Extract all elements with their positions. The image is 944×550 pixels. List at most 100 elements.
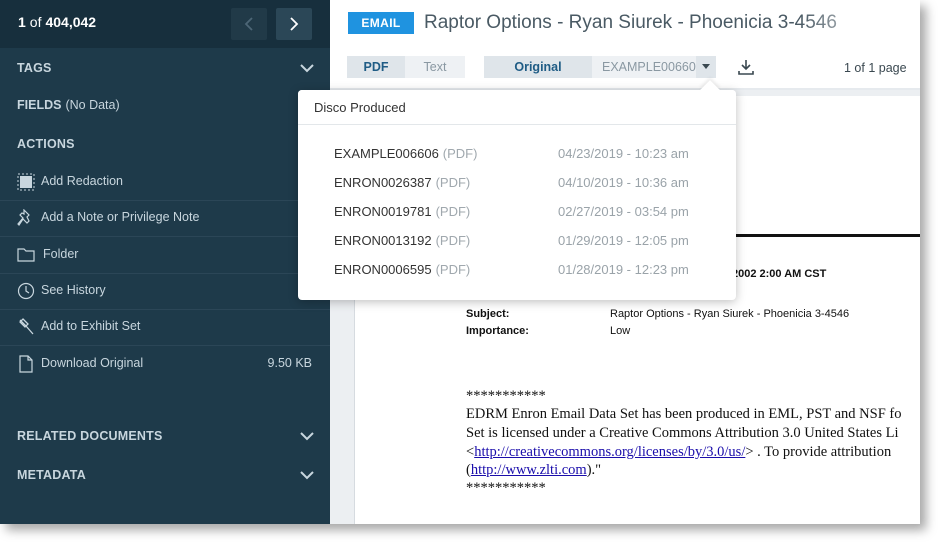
fields-title: FIELDS [17,98,62,112]
item-date: 04/23/2019 - 10:23 am [558,146,689,161]
add-redaction-action[interactable]: Add Redaction [0,164,330,201]
clock-icon [17,282,35,300]
item-date: 01/29/2019 - 12:05 pm [558,233,689,248]
action-label: Folder [43,247,79,261]
item-id: EXAMPLE006606 [334,146,439,161]
item-id: ENRON0019781 [334,204,432,219]
produced-version-tab[interactable]: EXAMPLE006606 [592,56,703,78]
total-doc-count: 404,042 [45,14,97,30]
related-documents-title: RELATED DOCUMENTS [17,429,163,443]
folder-icon [17,248,35,262]
body-line-3: <http://creativecommons.org/licenses/by/… [466,444,891,461]
stars-bottom: *********** [466,480,546,496]
item-date: 02/27/2019 - 03:54 pm [558,204,689,219]
text-segment: > . To provide attribution [745,444,892,460]
stars-top: *********** [466,388,546,404]
version-dropdown-toggle[interactable] [696,56,716,78]
dropdown-item[interactable]: EXAMPLE006606 (PDF) 04/23/2019 - 10:23 am [298,140,736,169]
metadata-title: METADATA [17,468,86,482]
see-history-action[interactable]: See History [0,273,330,310]
chevron-down-icon [300,64,314,73]
body-line-4: (http://www.zlti.com)." [466,462,601,479]
document-counter: 1 of 404,042 [18,14,96,30]
document-navigator: 1 of 404,042 [0,0,330,48]
action-label: Download Original [41,356,144,370]
folder-action[interactable]: Folder [0,237,330,274]
subject-label: Subject: [466,308,510,320]
file-size: 9.50 KB [267,356,312,370]
note-pin-icon [17,209,30,226]
dropdown-header: Disco Produced [298,90,736,125]
version-dropdown-menu: Disco Produced EXAMPLE006606 (PDF) 04/23/… [298,80,736,300]
body-line-1: EDRM Enron Email Data Set has been produ… [466,406,902,422]
dropdown-item[interactable]: ENRON0006595 (PDF) 01/28/2019 - 12:23 pm [298,256,736,285]
text-segment: )." [586,462,602,478]
importance-label: Importance: [466,325,529,337]
item-id: ENRON0006595 [334,262,432,277]
action-label: Add to Exhibit Set [41,319,141,333]
pdf-view-tab[interactable]: PDF [347,56,405,78]
item-date: 01/28/2019 - 12:23 pm [558,262,689,277]
item-id-wrap: ENRON0006595 (PDF) [334,262,470,277]
original-version-tab[interactable]: Original [484,56,592,78]
metadata-section[interactable]: METADATA [0,456,330,492]
title-fade [800,8,920,40]
next-document-button[interactable] [276,8,312,40]
sidebar: 1 of 404,042 TAGS FIELDS (No Data) ACTIONS … [0,0,330,524]
item-id-wrap: ENRON0019781 (PDF) [334,204,470,219]
item-id-wrap: EXAMPLE006606 (PDF) [334,146,477,161]
previous-document-button[interactable] [231,8,267,40]
related-documents-section[interactable]: RELATED DOCUMENTS [0,418,330,454]
dropdown-item[interactable]: ENRON0019781 (PDF) 02/27/2019 - 03:54 pm [298,198,736,227]
text-view-tab[interactable]: Text [405,56,465,78]
file-icon [19,355,33,373]
version-selector: Original EXAMPLE006606 [484,56,716,78]
item-id: ENRON0013192 [334,233,432,248]
text-segment: < [466,444,475,460]
caret-down-icon [702,64,710,69]
importance-value: Low [610,325,631,337]
chevron-right-icon [290,17,299,31]
action-label: Add a Note or Privilege Note [41,210,200,224]
app-window: 1 of 404,042 TAGS FIELDS (No Data) ACTIONS … [0,0,920,524]
current-doc-number: 1 [18,14,26,30]
view-mode-toggle: PDF Text [347,56,465,78]
item-type: (PDF) [442,146,478,161]
item-id-wrap: ENRON0013192 (PDF) [334,233,470,248]
fields-value: (No Data) [65,98,120,112]
dropdown-item[interactable]: ENRON0013192 (PDF) 01/29/2019 - 12:05 pm [298,227,736,256]
body-line-2: Set is licensed under a Creative Commons… [466,425,899,441]
dropdown-header-label: Disco Produced [314,100,406,115]
actions-title: ACTIONS [17,137,75,151]
sent-value: 2002 2:00 AM CST [732,268,827,280]
download-icon[interactable] [737,58,755,76]
page-count: 1 of 1 page [844,61,907,75]
add-to-exhibit-set-action[interactable]: Add to Exhibit Set [0,309,330,346]
item-id-wrap: ENRON0026387 (PDF) [334,175,470,190]
redaction-icon [17,173,35,191]
tags-section[interactable]: TAGS [0,48,330,86]
download-original-action[interactable]: Download Original 9.50 KB [0,346,330,382]
add-note-action[interactable]: Add a Note or Privilege Note [0,200,330,237]
item-id: ENRON0026387 [334,175,432,190]
creative-commons-link[interactable]: http://creativecommons.org/licenses/by/3… [474,444,745,460]
zlti-link[interactable]: http://www.zlti.com [471,462,587,478]
hammer-icon [19,318,34,335]
of-label: of [29,14,42,30]
tags-title: TAGS [17,61,52,75]
subject-value: Raptor Options - Ryan Siurek - Phoenicia… [610,308,850,320]
fields-section: FIELDS (No Data) [17,98,120,112]
item-type: (PDF) [435,204,471,219]
action-label: See History [41,283,106,297]
item-date: 04/10/2019 - 10:36 am [558,175,689,190]
document-title: Raptor Options - Ryan Siurek - Phoenicia… [424,12,837,33]
item-type: (PDF) [435,175,471,190]
item-type: (PDF) [435,262,471,277]
item-type: (PDF) [435,233,471,248]
doc-type-badge: EMAIL [348,12,414,34]
dropdown-item[interactable]: ENRON0026387 (PDF) 04/10/2019 - 10:36 am [298,169,736,198]
chevron-left-icon [244,17,253,31]
chevron-down-icon [300,432,314,441]
action-label: Add Redaction [41,174,124,188]
chevron-down-icon [300,471,314,480]
